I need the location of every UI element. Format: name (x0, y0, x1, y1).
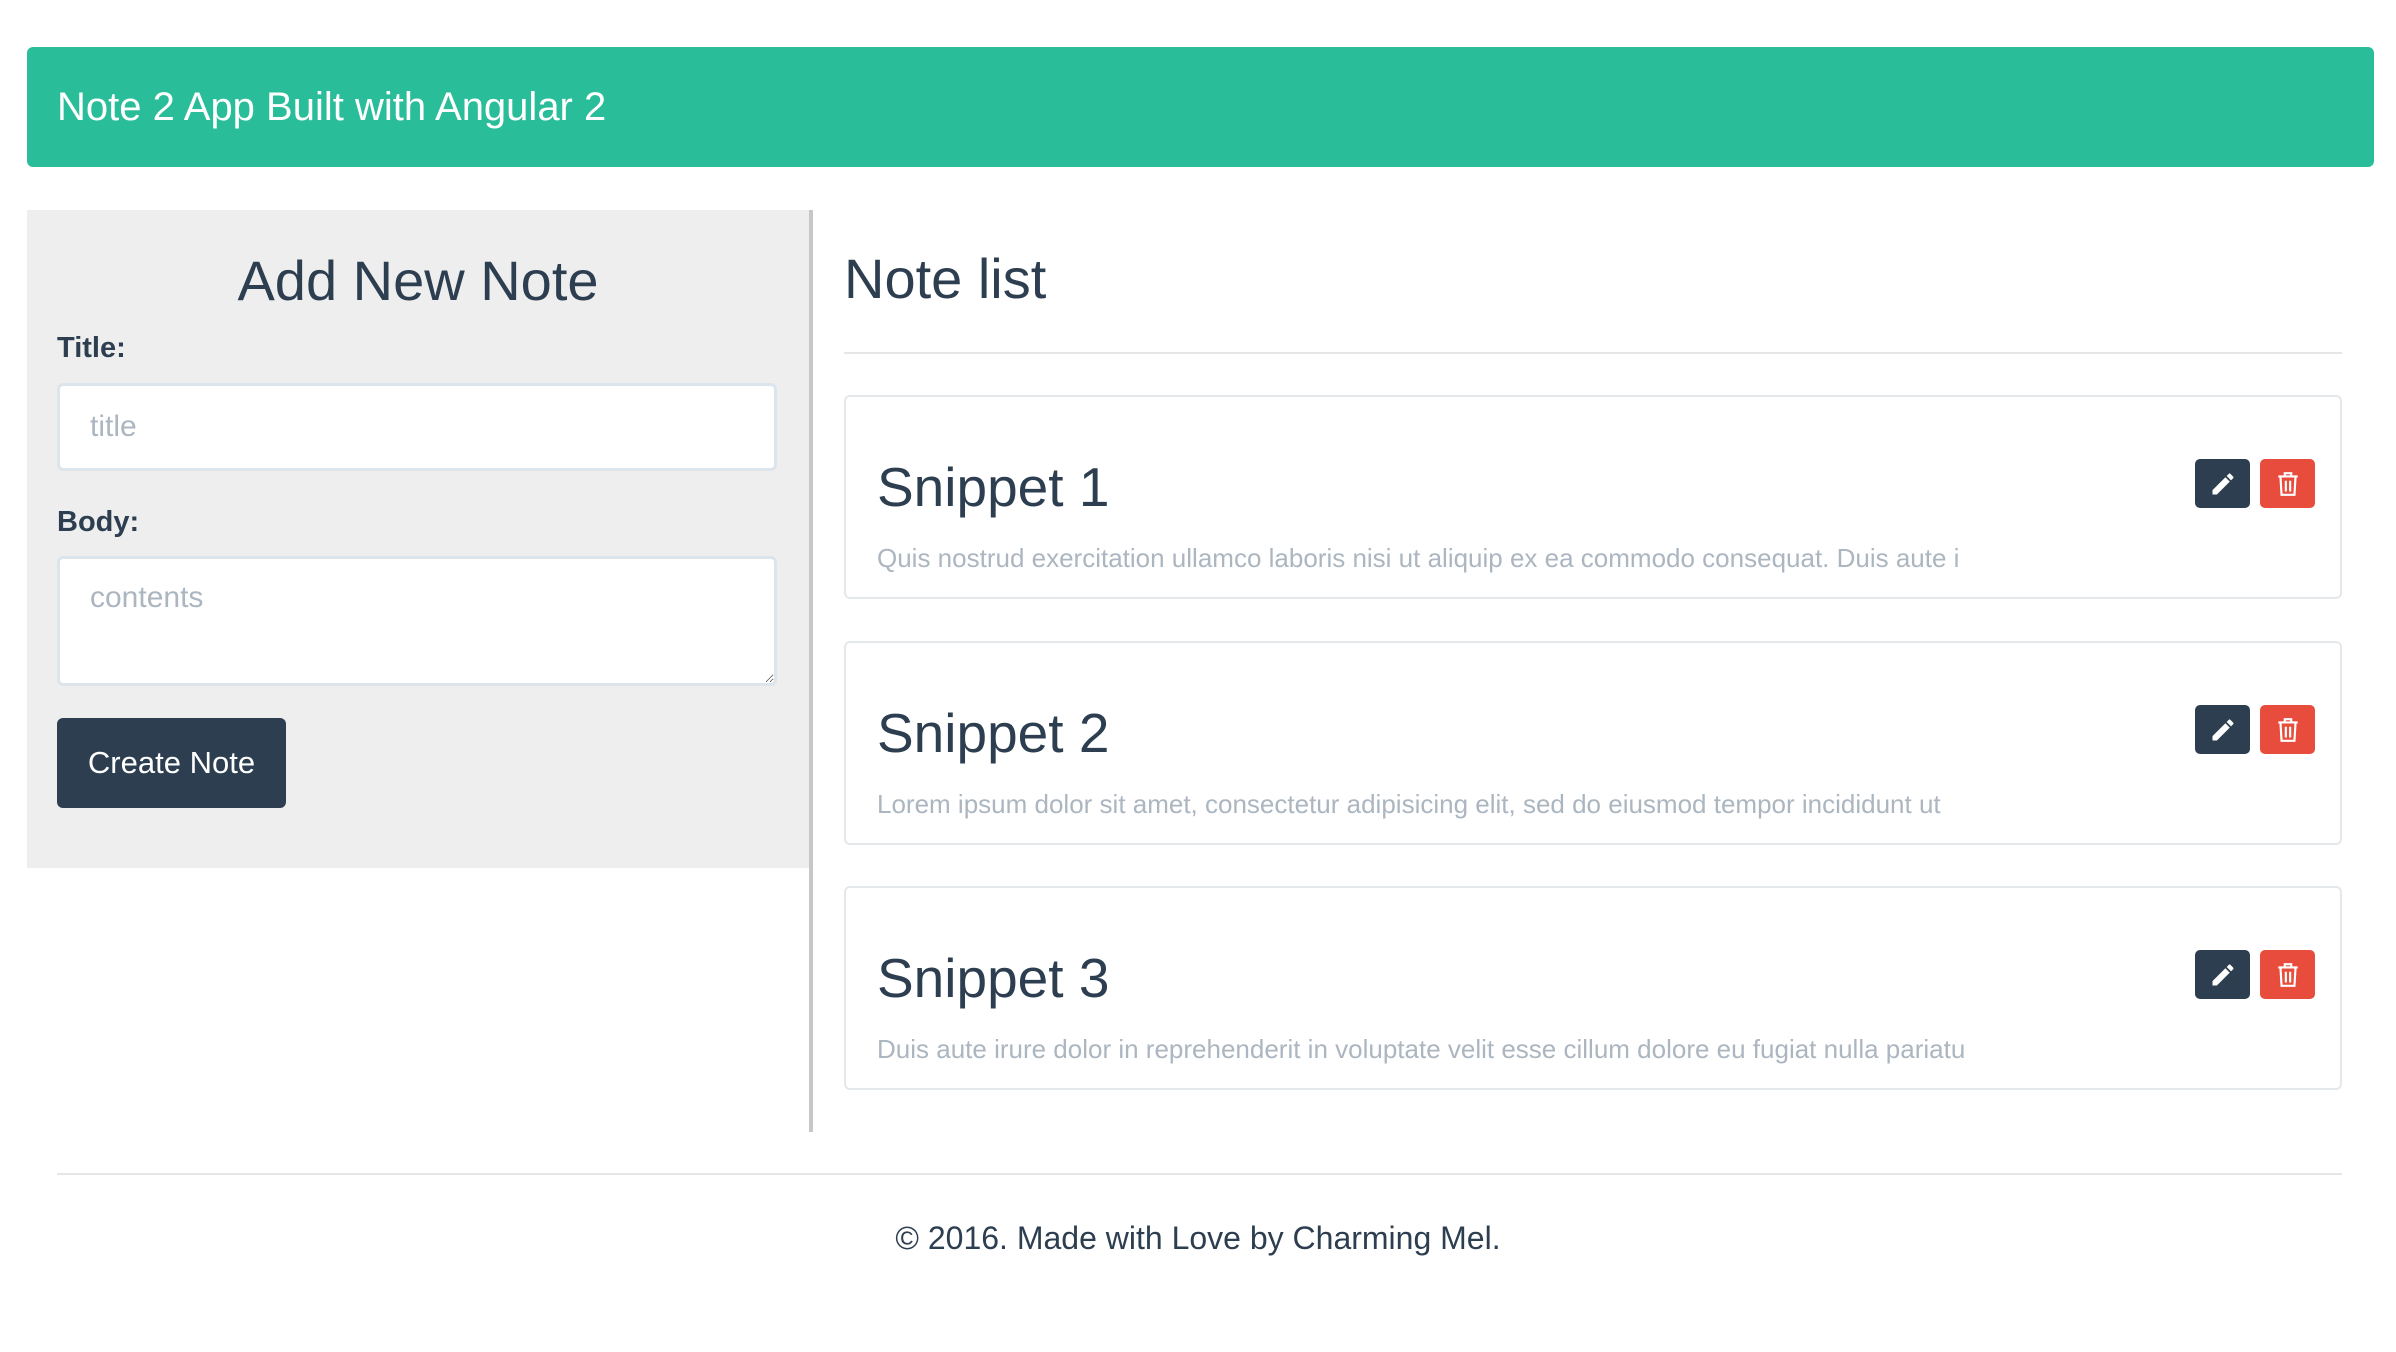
note-title: Snippet 3 (877, 947, 1110, 1009)
note-title: Snippet 2 (877, 702, 1110, 764)
title-label: Title: (57, 332, 126, 364)
delete-note-button[interactable] (2260, 459, 2315, 508)
note-card: Snippet 1 Quis nostrud exercitation ulla… (844, 395, 2342, 599)
body-textarea[interactable] (57, 556, 777, 686)
note-list-divider (844, 352, 2342, 354)
note-title: Snippet 1 (877, 456, 1110, 518)
note-body: Lorem ipsum dolor sit amet, consectetur … (877, 789, 1941, 819)
edit-note-button[interactable] (2195, 705, 2250, 754)
note-card: Snippet 2 Lorem ipsum dolor sit amet, co… (844, 641, 2342, 845)
title-input[interactable] (57, 383, 777, 471)
navbar: Note 2 App Built with Angular 2 (27, 47, 2374, 167)
note-body: Quis nostrud exercitation ullamco labori… (877, 543, 1960, 573)
edit-note-button[interactable] (2195, 950, 2250, 999)
column-divider (809, 210, 813, 1132)
footer-text: © 2016. Made with Love by Charming Mel. (895, 1220, 1501, 1256)
note-body: Duis aute irure dolor in reprehenderit i… (877, 1034, 1966, 1064)
delete-note-button[interactable] (2260, 705, 2315, 754)
app-brand[interactable]: Note 2 App Built with Angular 2 (57, 85, 606, 130)
trash-icon (2277, 962, 2298, 987)
note-list-heading: Note list (844, 247, 1047, 310)
note-card: Snippet 3 Duis aute irure dolor in repre… (844, 886, 2342, 1090)
trash-icon (2277, 471, 2298, 496)
footer-divider (57, 1173, 2342, 1175)
body-label: Body: (57, 506, 140, 538)
pencil-icon (2212, 963, 2234, 985)
trash-icon (2277, 717, 2298, 742)
pencil-icon (2212, 472, 2234, 494)
add-note-panel: Add New Note Title: Body: Create Note (27, 210, 809, 868)
add-note-heading: Add New Note (237, 249, 599, 312)
create-note-button[interactable]: Create Note (57, 718, 286, 808)
pencil-icon (2212, 718, 2234, 740)
edit-note-button[interactable] (2195, 459, 2250, 508)
delete-note-button[interactable] (2260, 950, 2315, 999)
